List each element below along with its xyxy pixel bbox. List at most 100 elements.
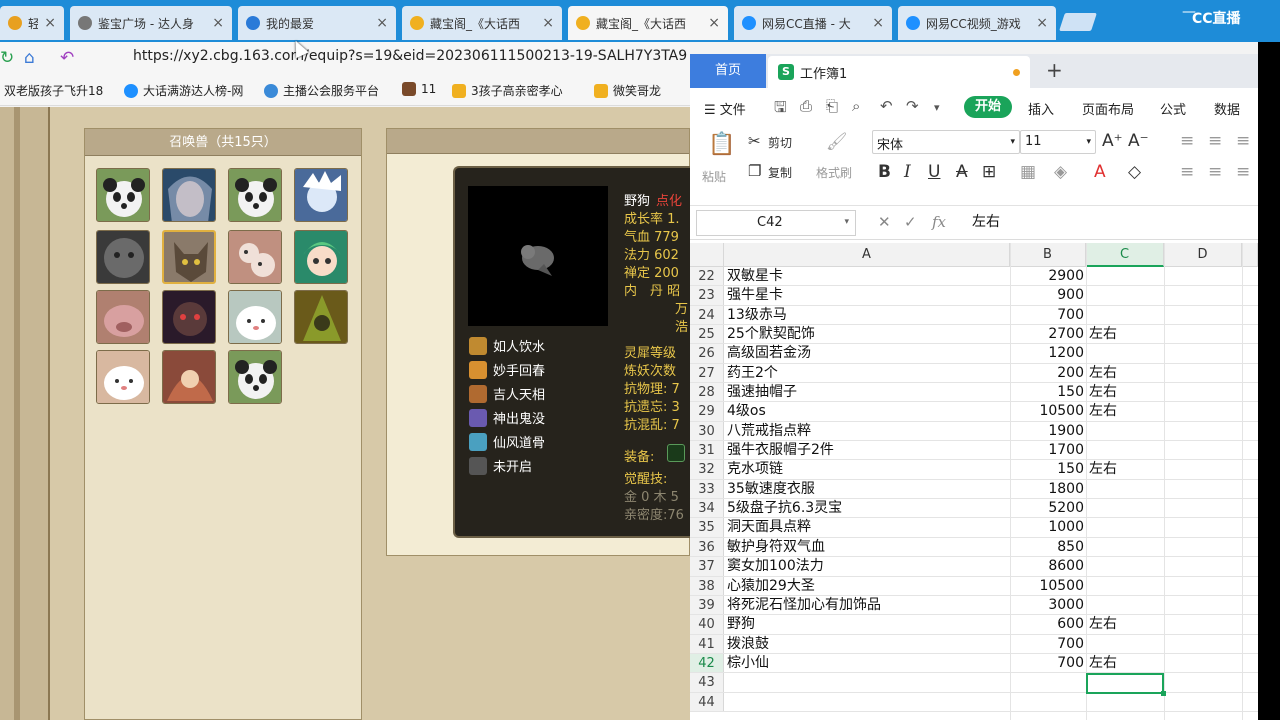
pet-avatar[interactable] (162, 168, 216, 222)
cell-a[interactable]: 4级os (727, 402, 766, 421)
cell-b[interactable]: 10500 (1010, 402, 1084, 421)
pet-avatar[interactable] (162, 350, 216, 404)
cell-a[interactable]: 野狗 (727, 615, 755, 634)
skill-item[interactable]: 如人饮水 (469, 336, 545, 355)
cell-b[interactable]: 150 (1010, 383, 1084, 402)
cell-b[interactable]: 150 (1010, 460, 1084, 479)
strikethrough-icon[interactable]: A (956, 162, 968, 182)
copy-label[interactable]: 复制 (768, 164, 792, 181)
pet-avatar[interactable] (162, 290, 216, 344)
pet-avatar[interactable] (294, 168, 348, 222)
row-number[interactable]: 39 (690, 595, 724, 615)
bold-icon[interactable]: B (878, 162, 891, 182)
row-number[interactable]: 37 (690, 557, 724, 576)
cell-b[interactable]: 700 (1010, 306, 1084, 325)
cell-c[interactable]: 左右 (1089, 460, 1117, 479)
cell-a[interactable]: 13级赤马 (727, 306, 787, 325)
close-icon[interactable]: × (212, 15, 224, 31)
column-header-d[interactable]: D (1164, 243, 1242, 267)
row-number[interactable]: 32 (690, 460, 724, 479)
cell-a[interactable]: 窦女加100法力 (727, 557, 824, 576)
row-number[interactable]: 41 (690, 634, 724, 653)
close-icon[interactable]: × (376, 15, 388, 31)
column-header-a[interactable]: A (724, 243, 1010, 267)
close-icon[interactable]: × (1036, 15, 1048, 31)
column-header-e[interactable] (1242, 243, 1258, 267)
cell-b[interactable]: 2900 (1010, 267, 1084, 286)
row-number[interactable]: 40 (690, 615, 724, 634)
row-number[interactable]: 28 (690, 383, 724, 402)
cell-b[interactable]: 850 (1010, 538, 1084, 557)
clear-format-icon[interactable]: ◇ (1128, 162, 1141, 182)
row-number[interactable]: 35 (690, 518, 724, 537)
cell-a[interactable]: 克水项链 (727, 460, 783, 479)
document-tab[interactable]: S 工作簿1 (768, 56, 1030, 88)
underline-icon[interactable]: U (928, 162, 940, 182)
row-number[interactable]: 31 (690, 441, 724, 460)
cell-b[interactable]: 1700 (1010, 441, 1084, 460)
bookmark-item[interactable]: 11 (402, 82, 436, 96)
pet-avatar[interactable] (228, 168, 282, 222)
new-document-icon[interactable]: + (1046, 58, 1063, 82)
browser-tab[interactable]: 我的最爱 × (238, 6, 396, 40)
cell-c[interactable]: 左右 (1089, 325, 1117, 344)
export-pdf-icon[interactable]: ⎙ (800, 97, 812, 115)
row-number[interactable]: 24 (690, 305, 724, 325)
cell-b[interactable]: 200 (1010, 364, 1084, 383)
row-number[interactable]: 23 (690, 286, 724, 305)
font-name-select[interactable]: 宋体 ▾ (872, 130, 1020, 154)
pet-avatar[interactable] (228, 290, 282, 344)
align-left-icon[interactable]: ≡ (1180, 162, 1194, 182)
pet-avatar-selected[interactable] (162, 230, 216, 284)
menu-file[interactable]: ☰ 文件 (704, 99, 746, 118)
fill-color-icon[interactable]: ◈ (1054, 162, 1067, 182)
cell-a[interactable]: 将死泥石怪加心有加饰品 (727, 596, 881, 615)
cell-b[interactable]: 1900 (1010, 422, 1084, 441)
cell-a[interactable]: 拨浪鼓 (727, 635, 769, 654)
row-number[interactable]: 36 (690, 537, 724, 557)
align-right-icon[interactable]: ≡ (1236, 162, 1250, 182)
font-grow-icon[interactable]: A⁺ (1102, 131, 1123, 151)
column-header-c[interactable]: C (1086, 243, 1164, 267)
close-icon[interactable]: × (44, 15, 56, 31)
cell-a[interactable]: 敏护身符双气血 (727, 538, 825, 557)
menu-page-layout[interactable]: 页面布局 (1082, 99, 1134, 118)
cell-c[interactable]: 左右 (1089, 654, 1117, 673)
font-size-select[interactable]: 11 ▾ (1020, 130, 1096, 154)
cell-b[interactable]: 5200 (1010, 499, 1084, 518)
format-painter-label[interactable]: 格式刷 (816, 164, 852, 181)
undo-icon[interactable]: ↶ (880, 97, 893, 115)
print-icon[interactable]: ⎗ (826, 97, 838, 115)
redo-icon[interactable]: ↷ (906, 97, 919, 115)
font-color-icon[interactable]: A (1094, 162, 1106, 182)
row-number[interactable]: 44 (690, 692, 724, 711)
align-top-icon[interactable]: ≡ (1180, 131, 1194, 151)
browser-tab[interactable]: 网易CC视频_游戏 × (898, 6, 1056, 40)
pet-avatar[interactable] (294, 230, 348, 284)
function-icon[interactable]: fx (932, 213, 946, 231)
bookmark-item[interactable]: 主播公会服务平台 (264, 82, 379, 99)
skill-item[interactable]: 神出鬼没 (469, 408, 545, 427)
cell-b[interactable]: 600 (1010, 615, 1084, 634)
more-dropdown-icon[interactable]: ▾ (934, 101, 940, 114)
close-icon[interactable]: × (542, 15, 554, 31)
browser-tab[interactable]: 藏宝阁_《大话西 × (402, 6, 562, 40)
row-number[interactable]: 30 (690, 421, 724, 441)
cell-a[interactable]: 药王2个 (727, 364, 778, 383)
align-middle-icon[interactable]: ≡ (1208, 131, 1222, 151)
new-tab-button[interactable] (1059, 13, 1097, 31)
cell-b[interactable]: 700 (1010, 635, 1084, 654)
browser-tab[interactable]: 轻快... × (0, 6, 64, 40)
undo-icon[interactable]: ↶ (60, 48, 74, 68)
selected-cell[interactable] (1086, 673, 1166, 696)
cancel-icon[interactable]: ✕ (878, 213, 891, 231)
menu-data[interactable]: 数据 (1214, 99, 1240, 118)
pet-avatar[interactable] (228, 230, 282, 284)
skill-item[interactable]: 妙手回春 (469, 360, 545, 379)
skill-item[interactable]: 未开启 (469, 456, 532, 475)
cell-c[interactable]: 左右 (1089, 364, 1117, 383)
cut-label[interactable]: 剪切 (768, 134, 792, 151)
cell-c[interactable]: 左右 (1089, 402, 1117, 421)
cell-a[interactable]: 洞天面具点粹 (727, 518, 811, 537)
cell-a[interactable]: 强牛衣服帽子2件 (727, 441, 834, 460)
